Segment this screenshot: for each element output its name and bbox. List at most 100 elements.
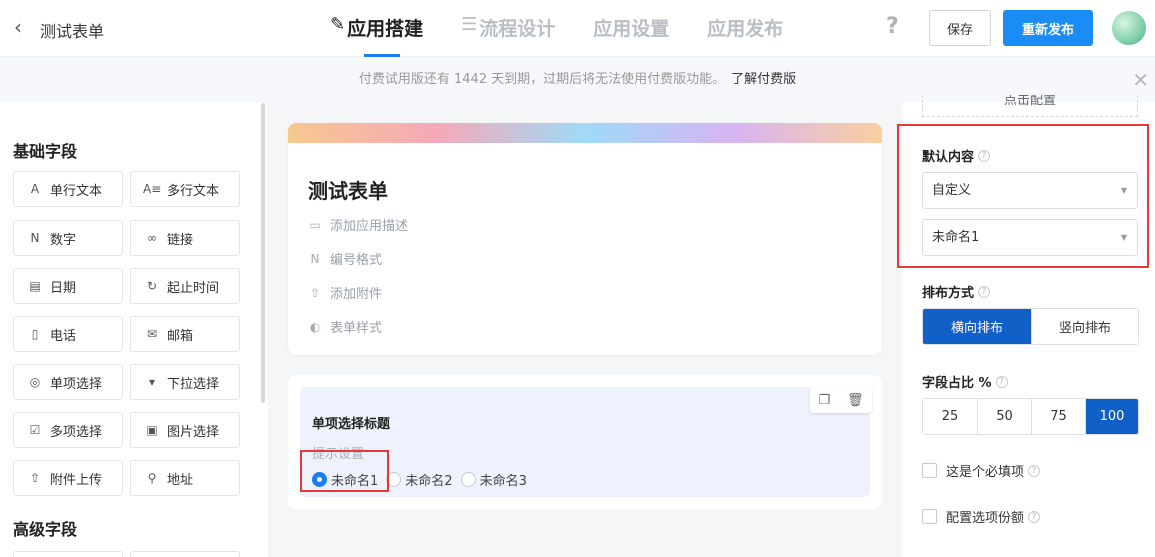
field-label: 起止时间 [167,280,220,296]
field-multi-choice[interactable]: ☑ 多项选择 [13,412,123,448]
field-email[interactable]: ✉ 邮箱 [130,316,240,352]
tab-app-build-label: 应用搭建 [347,18,424,40]
choice-option[interactable]: 未命名3 [460,470,527,489]
ratio-option-75[interactable]: 75 [1031,399,1085,434]
flow-icon: ☰ [461,14,478,35]
back-chevron-icon[interactable]: ‹ [14,16,22,38]
form-banner [288,123,882,143]
calendar-icon: ▤ [29,279,41,293]
field-label: 附件上传 [50,472,103,488]
field-address[interactable]: ⚲ 地址 [130,460,240,496]
help-icon[interactable]: ? [995,375,1008,388]
quota-checkbox-row[interactable]: 配置选项份额? [922,507,1041,526]
avatar[interactable] [1112,11,1146,45]
field-multi-line-text[interactable]: A≡ 多行文本 [130,171,240,207]
layout-segment: 横向排布 竖向排布 [922,308,1139,345]
main-tabs: ✎ 应用搭建 ☰ 流程设计 应用设置 应用发布 [330,14,821,57]
multiline-text-icon: A≡ [143,182,162,196]
checkbox-icon[interactable] [922,463,937,478]
field-label: 下拉选择 [167,376,220,392]
text-icon: A [30,182,40,196]
highlight-box-default-choice [300,450,389,492]
field-label: 单行文本 [50,183,103,199]
form-header-card: 测试表单 ▭ 添加应用描述 N 编号格式 ⇧ 添加附件 ◐ 表单样式 [288,123,882,355]
tab-app-publish-label: 应用发布 [707,18,784,40]
ratio-text: 字段占比 % [922,376,992,391]
option-label: 编号格式 [330,253,383,268]
field-attachment[interactable]: ⇧ 附件上传 [13,460,123,496]
form-title[interactable]: 测试表单 [308,175,388,204]
field-label: 邮箱 [167,328,194,344]
field-link[interactable]: ∞ 链接 [130,220,240,256]
field-dropdown[interactable]: ▾ 下拉选择 [130,364,240,400]
layout-vertical-option[interactable]: 竖向排布 [1031,309,1138,344]
palette-scrollbar[interactable] [261,103,265,403]
field-phone[interactable]: ▯ 电话 [13,316,123,352]
comment-icon: ▭ [309,217,321,232]
copy-icon[interactable]: ❐ [818,393,830,408]
help-icon[interactable]: ? [886,14,899,39]
tab-flow-design[interactable]: ☰ 流程设计 [461,14,555,57]
field-label: 数字 [50,232,77,248]
checkbox-icon[interactable] [922,509,937,524]
field-advanced-partial[interactable] [130,551,240,557]
required-label: 这是个必填项 [946,465,1025,480]
save-button[interactable]: 保存 [929,10,991,46]
number-icon: N [30,231,40,245]
number-format[interactable]: N 编号格式 [308,249,383,269]
dropdown-icon: ▾ [148,375,156,389]
tab-app-settings[interactable]: 应用设置 [593,14,669,57]
option-label: 添加应用描述 [330,219,409,234]
help-icon[interactable]: ? [1028,510,1041,523]
tab-app-settings-label: 应用设置 [593,18,670,40]
layout-horizontal-option[interactable]: 横向排布 [923,309,1031,344]
phone-icon: ▯ [31,327,39,341]
config-button-partial[interactable]: 点击配置 [922,95,1138,117]
help-icon[interactable]: ? [978,285,991,298]
radio-icon [460,472,476,487]
clock-icon: ↻ [146,279,158,293]
tab-app-publish[interactable]: 应用发布 [707,14,783,57]
layout-text: 排布方式 [922,286,975,301]
quota-label: 配置选项份额 [946,511,1025,526]
field-time-range[interactable]: ↻ 起止时间 [130,268,240,304]
field-title: 单项选择标题 [312,417,391,432]
ratio-option-50[interactable]: 50 [977,399,1031,434]
upload-icon: ⇧ [29,471,41,485]
field-single-choice[interactable]: ◎ 单项选择 [13,364,123,400]
field-label: 单项选择 [50,376,103,392]
choice-label: 未命名3 [479,474,527,489]
ratio-option-25[interactable]: 25 [923,399,977,434]
upload-icon: ⇧ [309,285,321,300]
ratio-label: 字段占比 %? [922,372,1008,391]
field-image-choice[interactable]: ▣ 图片选择 [130,412,240,448]
location-icon: ⚲ [147,471,157,485]
form-style[interactable]: ◐ 表单样式 [308,317,382,337]
field-palette: 基础字段 A 单行文本 A≡ 多行文本 N 数字 ∞ 链接 ▤ 日期 ↻ 起止时间 ▯ 电话 … [0,103,268,557]
checkbox-icon: ☑ [29,423,41,437]
required-checkbox-row[interactable]: 这是个必填项? [922,461,1041,480]
add-app-description[interactable]: ▭ 添加应用描述 [308,215,409,235]
field-label: 多行文本 [167,183,220,199]
field-label: 多项选择 [50,424,103,440]
delete-icon[interactable]: 🗑 [847,393,864,408]
field-advanced-partial[interactable] [13,551,123,557]
highlight-box-default-content [897,124,1149,268]
field-label: 图片选择 [167,424,220,440]
field-single-line-text[interactable]: A 单行文本 [13,171,123,207]
ratio-option-100[interactable]: 100 [1085,399,1138,434]
choice-option[interactable]: 未命名2 [386,470,453,489]
tab-app-build[interactable]: ✎ 应用搭建 [330,14,423,57]
image-icon: ▣ [146,423,158,437]
add-attachment[interactable]: ⇧ 添加附件 [308,283,382,303]
republish-button[interactable]: 重新发布 [1003,10,1093,46]
help-icon[interactable]: ? [1028,464,1041,477]
field-date[interactable]: ▤ 日期 [13,268,123,304]
field-actions: ❐ 🗑 [810,387,872,413]
edit-icon: ✎ [330,14,346,35]
tab-flow-design-label: 流程设计 [479,18,556,40]
learn-paid-link[interactable]: 了解付费版 [731,72,796,87]
field-label: 日期 [50,280,77,296]
field-number[interactable]: N 数字 [13,220,123,256]
top-bar: ‹ 测试表单 ✎ 应用搭建 ☰ 流程设计 应用设置 应用发布 ? 保存 重新发布 [0,0,1155,57]
